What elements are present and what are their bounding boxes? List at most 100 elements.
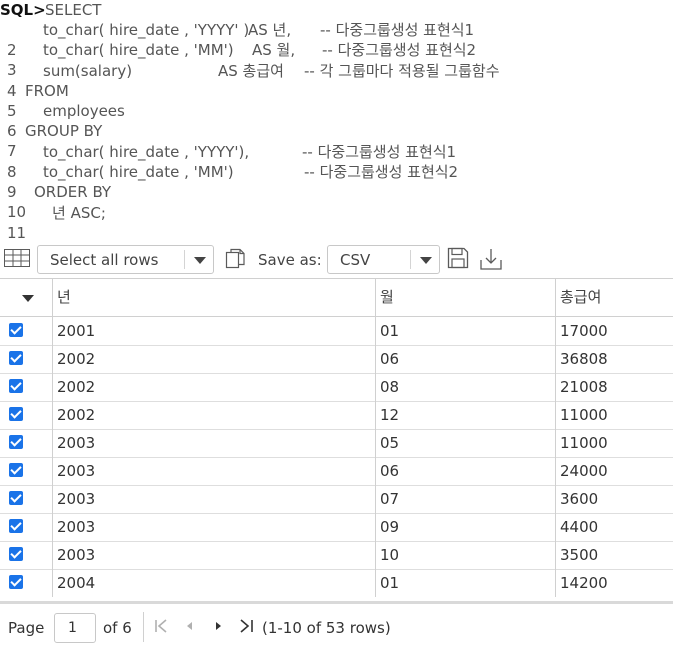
table-row[interactable]: 2001 01 17000 bbox=[0, 317, 673, 346]
sql-editor: SQL> SELECT 2 to_char( hire_date , 'YYYY… bbox=[0, 0, 673, 242]
cell-total: 11000 bbox=[555, 429, 673, 457]
previous-page-icon[interactable] bbox=[184, 617, 196, 639]
sql-comment: -- 다중그룹생성 표현식1 bbox=[302, 143, 457, 161]
select-rows-value: Select all rows bbox=[50, 251, 159, 269]
sql-code: to_char( hire_date , 'YYYY' ) bbox=[43, 21, 250, 39]
save-as-label: Save as: bbox=[258, 251, 322, 269]
table-row[interactable]: 2002 06 36808 bbox=[0, 345, 673, 374]
page-number-input[interactable]: 1 bbox=[54, 613, 96, 643]
row-checkbox[interactable] bbox=[9, 407, 23, 421]
export-format-dropdown[interactable]: CSV bbox=[327, 245, 440, 274]
row-checkbox[interactable] bbox=[9, 463, 23, 477]
cell-month: 08 bbox=[375, 373, 555, 401]
sql-code: GROUP BY bbox=[25, 122, 103, 140]
column-header-year[interactable]: 년 bbox=[52, 279, 375, 316]
row-checkbox[interactable] bbox=[9, 323, 23, 337]
cell-month: 07 bbox=[375, 485, 555, 513]
cell-total: 24000 bbox=[555, 457, 673, 485]
sql-code: sum(salary) bbox=[43, 62, 133, 80]
chevron-down-icon bbox=[194, 257, 206, 264]
sql-line-5: 5 FROM bbox=[0, 81, 69, 120]
table-row[interactable]: 2003 06 24000 bbox=[0, 457, 673, 486]
row-checkbox[interactable] bbox=[9, 491, 23, 505]
cell-total: 11000 bbox=[555, 401, 673, 429]
row-range-text: (1-10 of 53 rows) bbox=[262, 619, 391, 637]
sql-comment: -- 각 그룹마다 적용될 그룹함수 bbox=[304, 62, 500, 80]
save-icon[interactable] bbox=[446, 246, 470, 274]
sql-comment: -- 다중그룹생성 표현식2 bbox=[322, 41, 477, 59]
table-row[interactable]: 2004 01 14200 bbox=[0, 569, 673, 597]
sql-comment: -- 다중그룹생성 표현식1 bbox=[320, 21, 475, 39]
sql-code: to_char( hire_date , 'MM') bbox=[43, 41, 234, 59]
row-select-cell bbox=[0, 541, 52, 569]
cell-month: 01 bbox=[375, 569, 555, 597]
dropdown-divider bbox=[410, 250, 411, 269]
sql-line-8: 8 to_char( hire_date , 'YYYY'), -- 다중그룹생… bbox=[0, 142, 456, 181]
row-checkbox[interactable] bbox=[9, 435, 23, 449]
sql-code: to_char( hire_date , 'MM') bbox=[43, 163, 234, 181]
sql-line-6: 6 employees bbox=[0, 101, 125, 140]
results-table: 년 월 총급여 2001 01 17000 2002 06 36808 2002… bbox=[0, 278, 673, 602]
row-checkbox[interactable] bbox=[9, 547, 23, 561]
page-count-label: of 6 bbox=[103, 619, 132, 637]
download-icon[interactable] bbox=[478, 246, 504, 276]
last-page-icon[interactable] bbox=[238, 617, 254, 639]
cell-year: 2002 bbox=[52, 345, 375, 373]
row-checkbox[interactable] bbox=[9, 519, 23, 533]
row-select-cell bbox=[0, 429, 52, 457]
cell-month: 12 bbox=[375, 401, 555, 429]
table-row[interactable]: 2002 12 11000 bbox=[0, 401, 673, 430]
column-header-month[interactable]: 월 bbox=[375, 279, 555, 316]
page-label: Page bbox=[8, 619, 45, 637]
cell-year: 2002 bbox=[52, 401, 375, 429]
table-header: 년 월 총급여 bbox=[0, 279, 673, 317]
sql-line-1: SQL> SELECT bbox=[0, 0, 101, 20]
cell-month: 06 bbox=[375, 345, 555, 373]
cell-total: 4400 bbox=[555, 513, 673, 541]
column-header-total-salary[interactable]: 총급여 bbox=[555, 279, 673, 316]
table-row[interactable]: 2002 08 21008 bbox=[0, 373, 673, 402]
table-grid-icon[interactable] bbox=[4, 249, 30, 271]
cell-year: 2004 bbox=[52, 569, 375, 597]
sql-code: employees bbox=[43, 102, 125, 120]
cell-year: 2003 bbox=[52, 457, 375, 485]
row-checkbox[interactable] bbox=[9, 351, 23, 365]
next-page-icon[interactable] bbox=[212, 617, 224, 639]
sql-comment: -- 다중그룹생성 표현식2 bbox=[304, 163, 459, 181]
cell-total: 17000 bbox=[555, 317, 673, 345]
row-select-cell bbox=[0, 569, 52, 597]
cell-month: 01 bbox=[375, 317, 555, 345]
sql-alias: AS 월, bbox=[252, 41, 296, 59]
sql-line-7: 7 GROUP BY bbox=[0, 121, 102, 160]
cell-month: 06 bbox=[375, 457, 555, 485]
row-checkbox[interactable] bbox=[9, 575, 23, 589]
table-row[interactable]: 2003 05 11000 bbox=[0, 429, 673, 458]
row-select-cell bbox=[0, 373, 52, 401]
cell-month: 05 bbox=[375, 429, 555, 457]
table-row[interactable]: 2003 07 3600 bbox=[0, 485, 673, 514]
cell-month: 09 bbox=[375, 513, 555, 541]
sql-line-11: 11 년 ASC; bbox=[0, 203, 106, 242]
table-row[interactable]: 2003 09 4400 bbox=[0, 513, 673, 542]
chevron-down-icon[interactable] bbox=[22, 295, 34, 302]
row-select-cell bbox=[0, 513, 52, 541]
sql-code: ORDER BY bbox=[34, 183, 112, 201]
copy-icon[interactable] bbox=[223, 247, 247, 275]
chevron-down-icon bbox=[420, 257, 432, 264]
first-page-icon[interactable] bbox=[154, 617, 170, 639]
cell-year: 2002 bbox=[52, 373, 375, 401]
row-select-cell bbox=[0, 345, 52, 373]
cell-total: 3600 bbox=[555, 485, 673, 513]
cell-year: 2003 bbox=[52, 485, 375, 513]
select-column-header[interactable] bbox=[0, 279, 52, 316]
pager-divider bbox=[143, 612, 144, 642]
row-select-cell bbox=[0, 457, 52, 485]
cell-month: 10 bbox=[375, 541, 555, 569]
sql-alias: AS 총급여 bbox=[218, 62, 284, 80]
select-rows-dropdown[interactable]: Select all rows bbox=[37, 245, 214, 274]
sql-line-10: 10 ORDER BY bbox=[0, 182, 111, 221]
pagination-bar: Page 1 of 6 (1-10 of 53 rows) bbox=[0, 601, 673, 652]
row-checkbox[interactable] bbox=[9, 379, 23, 393]
table-row[interactable]: 2003 10 3500 bbox=[0, 541, 673, 570]
row-select-cell bbox=[0, 317, 52, 345]
